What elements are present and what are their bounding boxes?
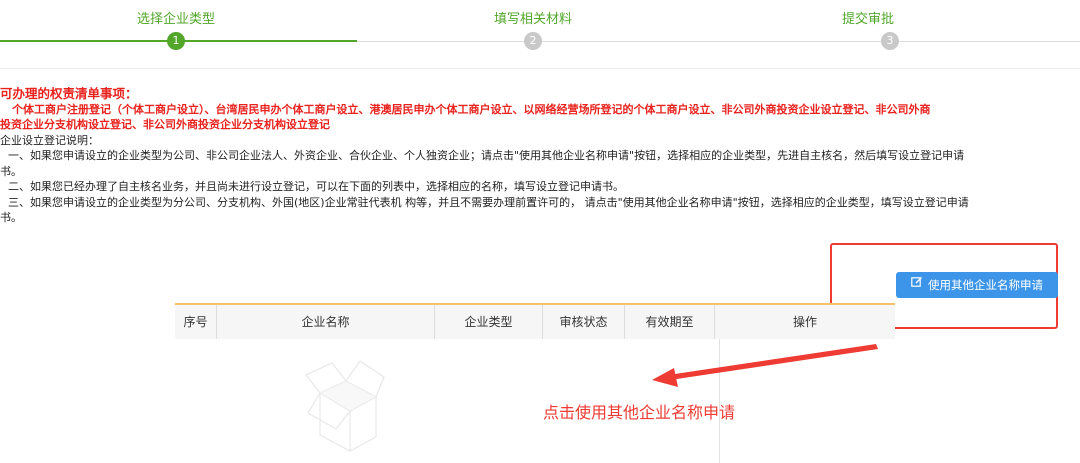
col-actions: 操作 (792, 315, 817, 329)
step-progress-line-pending (357, 41, 1080, 42)
empty-box-icon (305, 360, 385, 452)
col-type: 企业类型 (435, 305, 543, 339)
use-other-name-label: 使用其他企业名称申请 (928, 278, 1043, 292)
notice-title: 可办理的权责清单事项： (0, 86, 138, 101)
col-index: 序号 (175, 305, 217, 339)
step-3-dot: 3 (881, 32, 899, 50)
progress-steps: 选择企业类型 填写相关材料 提交审批 1 2 3 (0, 0, 1080, 60)
desc-item-3: 三、如果您申请设立的企业类型为分公司、分支机构、外国(地区)企业常驻代表机 构等… (8, 195, 969, 209)
notice-block: 可办理的权责清单事项： 个体工商户注册登记（个体工商户设立）、台湾居民申办个体工… (0, 86, 1080, 226)
col-status: 审核状态 (543, 305, 625, 339)
step-2-dot: 2 (524, 32, 542, 50)
notice-items-line1: 个体工商户注册登记（个体工商户设立）、台湾居民申办个体工商户设立、港澳居民申办个… (12, 102, 931, 116)
use-other-name-button[interactable]: 使用其他企业名称申请 (896, 272, 1058, 298)
step-1-dot: 1 (167, 32, 185, 50)
step-2-label: 填写相关材料 (493, 12, 572, 27)
desc-title: 企业设立登记说明： (0, 133, 99, 147)
notice-items-line2: 投资企业分支机构设立登记、非公司外商投资企业分支机构设立登记 (0, 118, 330, 131)
table-header: 序号 企业名称 企业类型 审核状态 有效期至 操作 (175, 303, 895, 339)
step-1-label: 选择企业类型 (136, 12, 215, 27)
edit-icon (911, 271, 923, 297)
annotation-arrow-icon (652, 344, 878, 387)
divider (0, 68, 1080, 69)
desc-item-2: 二、如果您已经办理了自主核名业务，并且尚未进行设立登记，可以在下面的列表中，选择… (8, 180, 624, 193)
col-name: 企业名称 (217, 305, 435, 339)
desc-item-1: 一、如果您申请设立的企业类型为公司、非公司企业法人、外资企业、合伙企业、个人独资… (8, 149, 965, 162)
desc-item-3-cont: 书。 (0, 211, 22, 224)
col-expiry: 有效期至 (625, 305, 715, 339)
desc-item-1-cont: 书。 (0, 164, 22, 178)
annotation-text: 点击使用其他企业名称申请 (543, 403, 736, 422)
step-3-label: 提交审批 (841, 12, 894, 27)
